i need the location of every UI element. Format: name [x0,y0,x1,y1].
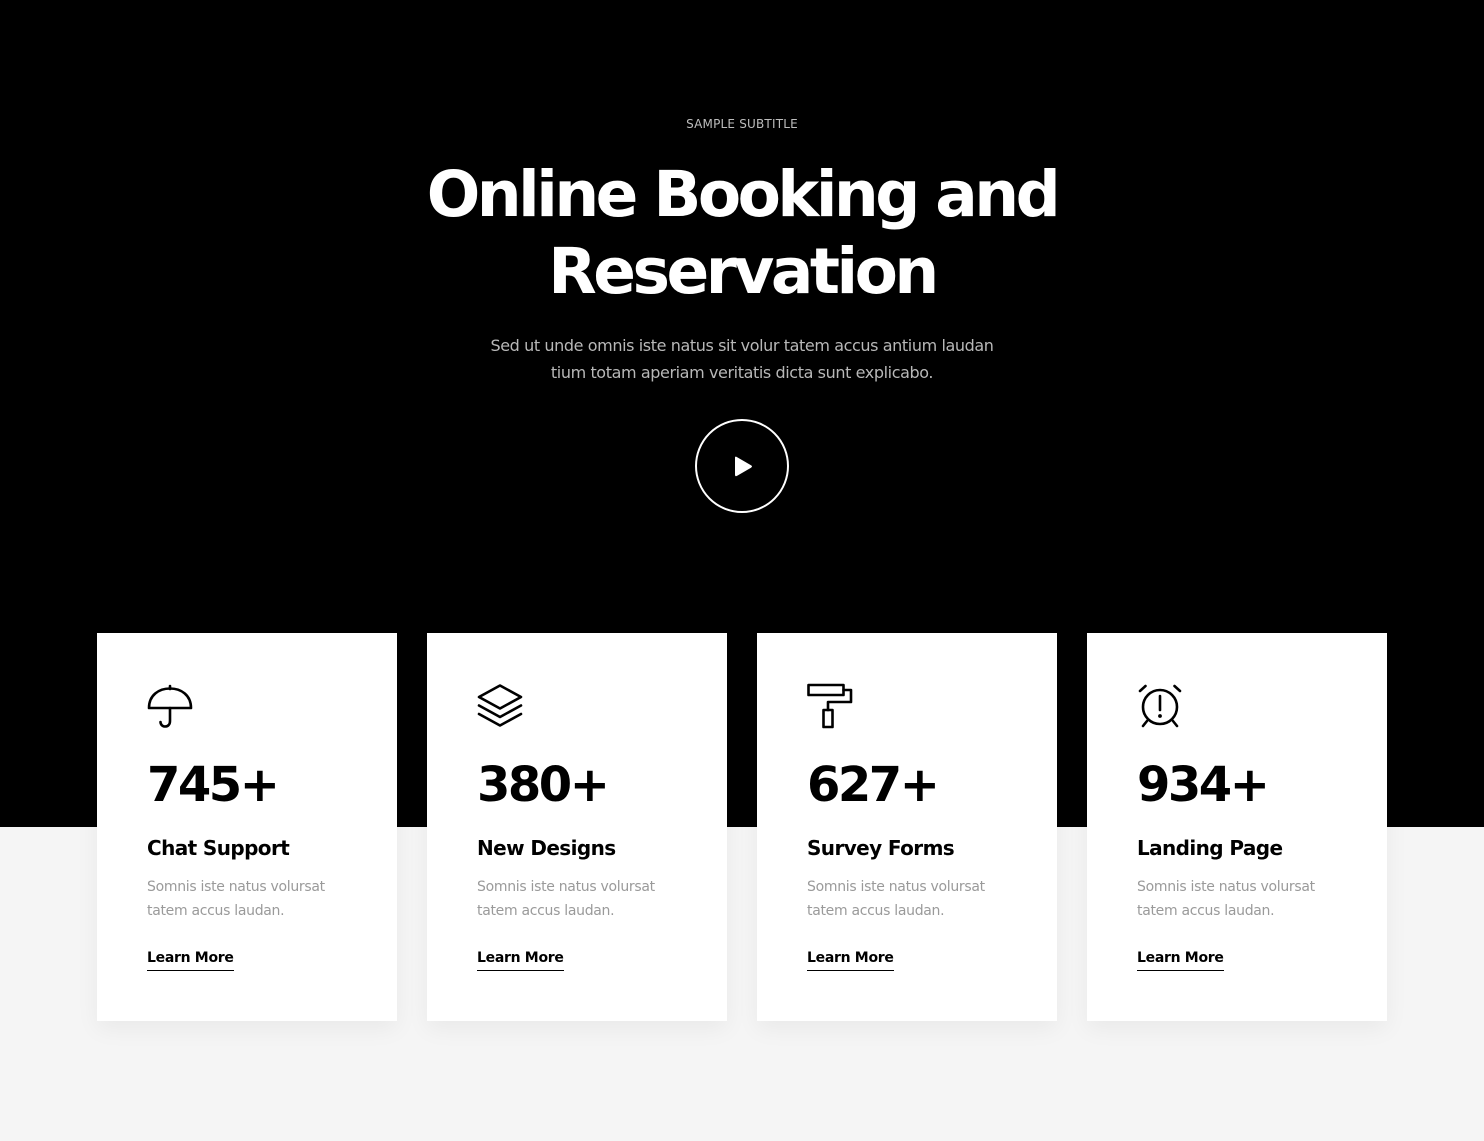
layers-icon [477,684,523,727]
card-title: Survey Forms [807,836,955,860]
learn-more-link[interactable]: Learn More [147,947,234,971]
card-description: Somnis iste natus volursat tatem accus l… [477,875,692,923]
card-description-line-1: Somnis iste natus volursat [1137,879,1315,895]
hero-subtitle: SAMPLE SUBTITLE [686,117,798,131]
hero-title-line-2: Reservation [548,235,939,308]
card-description: Somnis iste natus volursat tatem accus l… [1137,875,1352,923]
learn-more-link[interactable]: Learn More [477,947,564,971]
card-description-line-2: tatem accus laudan. [477,903,615,919]
stat-number: 745+ [147,757,280,813]
card-description: Somnis iste natus volursat tatem accus l… [807,875,1022,923]
feature-card-new-designs: 380+ New Designs Somnis iste natus volur… [427,633,727,1021]
feature-card-chat-support: 745+ Chat Support Somnis iste natus volu… [97,633,397,1021]
card-title: New Designs [477,836,616,860]
stat-number: 934+ [1137,757,1270,813]
feature-card-landing-page: 934+ Landing Page Somnis iste natus volu… [1087,633,1387,1021]
card-description-line-1: Somnis iste natus volursat [477,879,655,895]
learn-more-link[interactable]: Learn More [1137,947,1224,971]
card-description-line-1: Somnis iste natus volursat [807,879,985,895]
play-video-button[interactable] [695,419,789,513]
alarm-clock-alert-icon [1138,684,1182,728]
play-icon [735,456,752,477]
learn-more-link[interactable]: Learn More [807,947,894,971]
hero-title: Online Booking and Reservation [0,156,1484,310]
umbrella-icon [147,684,193,728]
feature-card-survey-forms: 627+ Survey Forms Somnis iste natus volu… [757,633,1057,1021]
hero-description-line-1: Sed ut unde omnis iste natus sit volur t… [490,336,994,355]
paint-roller-icon [807,683,853,729]
hero-title-line-1: Online Booking and [426,158,1061,231]
card-description-line-2: tatem accus laudan. [1137,903,1275,919]
hero-description: Sed ut unde omnis iste natus sit volur t… [442,332,1042,386]
card-title: Landing Page [1137,836,1283,860]
card-description-line-2: tatem accus laudan. [807,903,945,919]
card-description: Somnis iste natus volursat tatem accus l… [147,875,362,923]
stat-number: 380+ [477,757,610,813]
stat-number: 627+ [807,757,940,813]
card-description-line-1: Somnis iste natus volursat [147,879,325,895]
card-description-line-2: tatem accus laudan. [147,903,285,919]
hero-description-line-2: tium totam aperiam veritatis dicta sunt … [550,363,934,382]
card-title: Chat Support [147,836,290,860]
